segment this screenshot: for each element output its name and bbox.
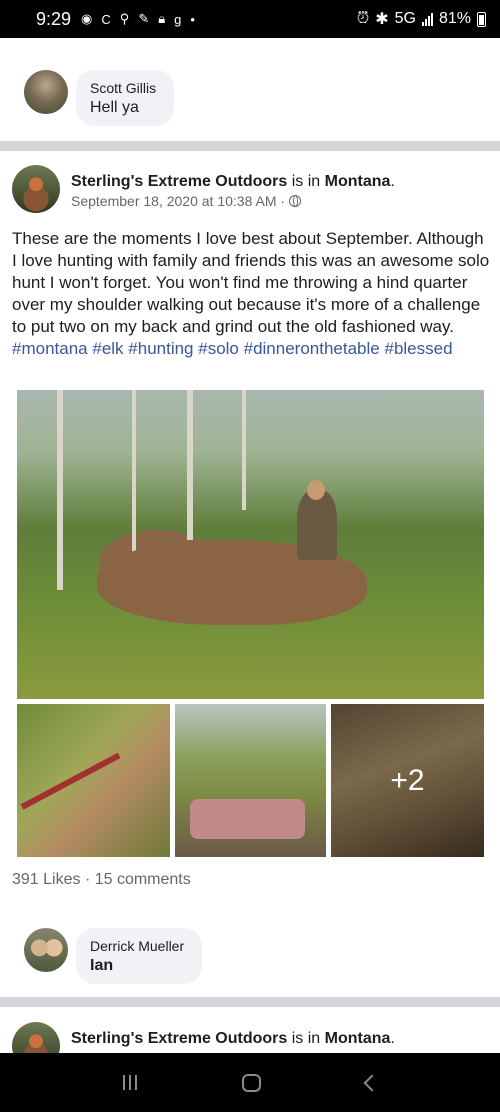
system-nav-bar: [0, 1053, 500, 1112]
back-icon[interactable]: [363, 1074, 380, 1091]
divider: [0, 141, 500, 151]
home-icon[interactable]: [241, 1073, 261, 1092]
dot-icon: •: [190, 11, 195, 27]
comment-text: Hell ya: [90, 99, 139, 116]
comment-text: Ian: [90, 957, 114, 974]
post-photo-3[interactable]: [175, 704, 326, 857]
hashtag-link[interactable]: #solo: [198, 339, 239, 358]
status-bar: 9:29 ◉ C ⚲ ✎ 🔒︎ g • ⏰︎ ✱ 5G 81%: [0, 0, 500, 38]
page-avatar[interactable]: [12, 165, 60, 213]
hashtag-link[interactable]: #montana: [12, 339, 88, 358]
battery-icon: [477, 11, 486, 27]
shield-icon: ⚲: [119, 11, 130, 26]
sync-icon: ◉: [81, 11, 93, 26]
signal-icon: [421, 12, 433, 26]
post-title: Sterling's Extreme Outdoors is in Montan…: [71, 173, 395, 190]
battery-label: 81%: [438, 10, 471, 27]
page-name-link[interactable]: Sterling's Extreme Outdoors: [71, 1030, 287, 1047]
comment-author[interactable]: Scott Gillis: [90, 79, 160, 97]
lock-icon: 🔒︎: [158, 11, 166, 26]
notification-icons: ◉ C ⚲ ✎ 🔒︎ g •: [81, 11, 195, 27]
more-photos-overlay[interactable]: +2: [331, 704, 484, 857]
comment-author[interactable]: Derrick Mueller: [90, 937, 188, 955]
post-photo-4[interactable]: +2: [331, 704, 484, 857]
bluetooth-icon: ✱: [375, 11, 389, 28]
divider: [0, 997, 500, 1007]
more-photos-count: +2: [390, 763, 425, 797]
location-link[interactable]: Montana: [325, 173, 391, 190]
c-icon: C: [101, 11, 111, 27]
post-photo-2[interactable]: [17, 704, 170, 857]
network-label: 5G: [394, 10, 416, 27]
post-photo-main[interactable]: [17, 390, 484, 699]
comment-bubble[interactable]: Scott Gillis Hell ya: [76, 70, 174, 126]
avatar[interactable]: [24, 928, 68, 972]
avatar[interactable]: [24, 70, 68, 114]
clock: 9:29: [36, 8, 72, 29]
hashtag-link[interactable]: #dinneronthetable: [244, 339, 380, 358]
post-title: Sterling's Extreme Outdoors is in Montan…: [71, 1030, 395, 1047]
location-link[interactable]: Montana: [325, 1030, 391, 1047]
post-date[interactable]: September 18, 2020 at 10:38 AM ·: [71, 193, 285, 209]
feather-icon: ✎: [138, 11, 150, 26]
recents-icon[interactable]: [122, 1075, 137, 1090]
g-icon: g: [174, 11, 182, 27]
comment-item: Scott Gillis Hell ya: [0, 38, 500, 141]
hashtag-link[interactable]: #elk: [92, 339, 123, 358]
post-meta: September 18, 2020 at 10:38 AM ·: [71, 193, 302, 209]
alarm-icon: ⏰︎: [356, 10, 370, 27]
hashtag-link[interactable]: #hunting: [128, 339, 193, 358]
comment-bubble[interactable]: Derrick Mueller Ian: [76, 928, 202, 984]
reaction-summary[interactable]: 391 Likes · 15 comments: [12, 871, 191, 889]
post-body: These are the moments I love best about …: [12, 229, 490, 358]
hashtag-link[interactable]: #blessed: [384, 339, 452, 358]
page-name-link[interactable]: Sterling's Extreme Outdoors: [71, 173, 287, 190]
globe-icon: [289, 195, 302, 207]
